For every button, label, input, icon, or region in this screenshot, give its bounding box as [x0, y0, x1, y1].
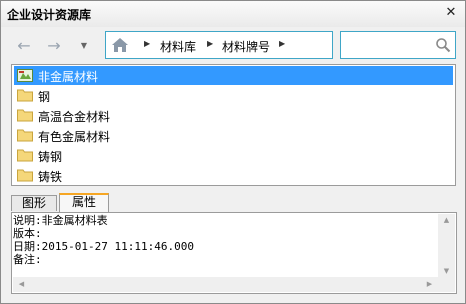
scroll-left-icon[interactable]: ◀: [13, 280, 30, 288]
folder-icon: [17, 109, 33, 122]
forward-arrow-icon[interactable]: →: [43, 35, 65, 57]
list-item[interactable]: 高温合金材料: [14, 106, 453, 125]
list-item[interactable]: 铸钢: [14, 146, 453, 165]
folder-icon: [17, 169, 33, 182]
resource-library-window: 企业设计资源库 ✕ ← → ▼ ▶ 材料库 ▶ 材料牌号 ▶ 非金属材料 钢 高…: [0, 0, 466, 304]
property-remark: 备注:: [13, 253, 42, 266]
scrollbar-corner: [438, 277, 455, 292]
material-icon: [17, 69, 33, 82]
property-description: 说明:非金属材料表: [13, 214, 108, 227]
folder-icon: [17, 149, 33, 162]
folder-icon: [17, 129, 33, 142]
property-version: 版本:: [13, 227, 42, 240]
history-dropdown-icon[interactable]: ▼: [77, 35, 91, 57]
folder-icon: [17, 89, 33, 102]
list-item-label: 有色金属材料: [38, 130, 111, 144]
vertical-scrollbar[interactable]: ▲ ▼: [438, 214, 455, 277]
tab-graphics[interactable]: 图形: [11, 195, 57, 211]
breadcrumb-item-material-grade[interactable]: 材料牌号: [222, 38, 270, 55]
horizontal-scrollbar[interactable]: ◀ ▶: [13, 277, 438, 292]
back-arrow-icon[interactable]: ←: [13, 35, 35, 57]
property-date: 日期:2015-01-27 11:11:46.000: [13, 240, 194, 253]
address-bar[interactable]: ▶ 材料库 ▶ 材料牌号 ▶: [105, 31, 333, 59]
breadcrumb-separator-icon: ▶: [207, 39, 214, 48]
close-icon[interactable]: ✕: [443, 5, 459, 21]
breadcrumb-separator-icon: ▶: [279, 39, 286, 48]
home-icon[interactable]: [111, 37, 129, 53]
tab-properties[interactable]: 属性: [59, 193, 109, 212]
scroll-down-icon[interactable]: ▼: [438, 267, 455, 275]
list-item-label: 非金属材料: [38, 70, 99, 84]
scroll-up-icon[interactable]: ▲: [438, 216, 455, 224]
resource-tree-list[interactable]: 非金属材料 钢 高温合金材料 有色金属材料 铸钢 铸铁: [11, 64, 456, 186]
title-bar: 企业设计资源库 ✕: [1, 1, 465, 27]
search-icon[interactable]: [435, 37, 451, 53]
list-item-label: 钢: [38, 90, 51, 104]
window-title: 企业设计资源库: [7, 8, 92, 22]
list-item-label: 铸钢: [38, 150, 63, 164]
search-box[interactable]: [340, 31, 456, 59]
scroll-right-icon[interactable]: ▶: [421, 280, 438, 288]
list-item[interactable]: 钢: [14, 86, 453, 105]
breadcrumb-item-material-library[interactable]: 材料库: [160, 38, 196, 55]
list-item-label: 铸铁: [38, 170, 63, 184]
breadcrumb-separator-icon: ▶: [144, 39, 151, 48]
list-item[interactable]: 非金属材料: [14, 66, 453, 85]
search-input[interactable]: [344, 35, 436, 57]
list-item[interactable]: 铸铁: [14, 166, 453, 185]
properties-panel[interactable]: 说明:非金属材料表 版本: 日期:2015-01-27 11:11:46.000…: [11, 212, 457, 294]
properties-text[interactable]: 说明:非金属材料表 版本: 日期:2015-01-27 11:11:46.000…: [13, 214, 438, 278]
detail-tabs: 图形 属性: [11, 193, 457, 212]
list-item[interactable]: 有色金属材料: [14, 126, 453, 145]
list-item-label: 高温合金材料: [38, 110, 111, 124]
